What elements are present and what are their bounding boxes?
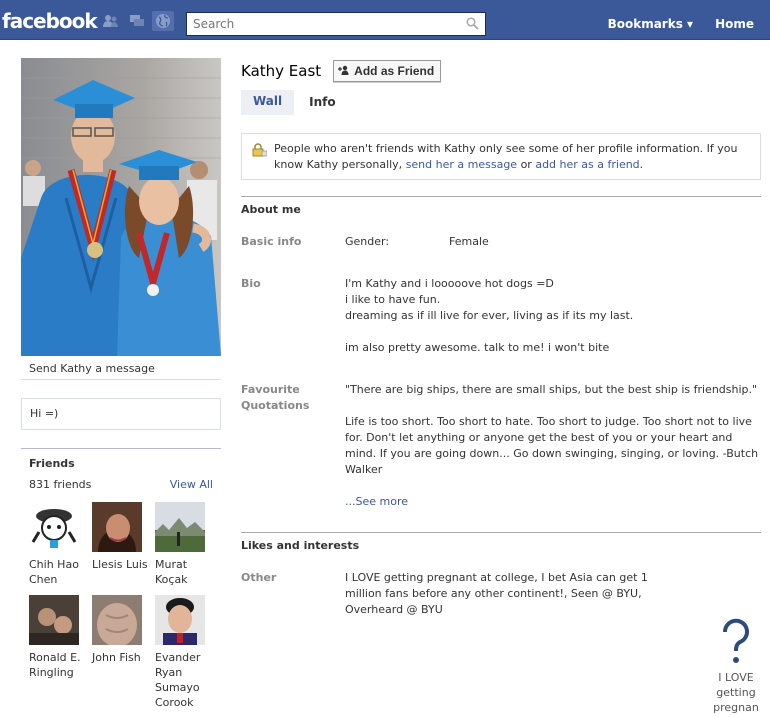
send-message-notice-link[interactable]: send her a message: [406, 158, 517, 171]
bio-line: I'm Kathy and i looooove hot dogs =D: [345, 277, 554, 290]
page-suggestion[interactable]: I LOVE getting pregnan: [712, 618, 760, 715]
send-message-link[interactable]: Send Kathy a message: [21, 356, 221, 380]
lock-icon: [251, 143, 268, 162]
gender-value: Female: [449, 235, 489, 248]
friend-item[interactable]: Murat Koçak: [155, 502, 217, 587]
bio-line: dreaming as if ill live for ever, living…: [345, 309, 634, 322]
other-row: Other I LOVE getting pregnant at college…: [241, 570, 761, 618]
add-friend-icon: [338, 64, 350, 78]
left-column: Send Kathy a message Hi =) Friends 831 f…: [21, 58, 221, 717]
profile-header: Kathy East Add as Friend: [241, 60, 761, 82]
tab-info[interactable]: Info: [296, 90, 349, 115]
status-box: Hi =): [21, 398, 221, 430]
messages-icon[interactable]: [126, 11, 148, 31]
quote-2: Life is too short. Too short to hate. To…: [345, 415, 759, 476]
friend-name[interactable]: John Fish: [92, 651, 141, 664]
friend-item[interactable]: Ronald E. Ringling: [29, 595, 91, 710]
add-friend-label: Add as Friend: [354, 64, 435, 78]
friend-item[interactable]: Evander Ryan Sumayo Corook: [155, 595, 217, 710]
friend-avatar[interactable]: [29, 595, 79, 645]
other-label: Other: [241, 571, 277, 584]
quotations-value: "There are big ships, there are small sh…: [345, 382, 761, 510]
profile-tabs: Wall Info: [241, 90, 761, 115]
friend-name[interactable]: Chih Hao Chen: [29, 558, 79, 586]
likes-title: Likes and interests: [241, 532, 761, 554]
friends-count[interactable]: 831 friends: [29, 478, 91, 491]
quotations-label: Favourite Quotations: [241, 383, 310, 412]
profile-name: Kathy East: [241, 62, 322, 80]
top-nav-links: Bookmarks ▾ Home: [608, 17, 754, 31]
friend-avatar[interactable]: [155, 502, 205, 552]
gender-key: Gender:: [345, 235, 390, 248]
friend-grid: Chih Hao Chen Llesis Luis Murat Koçak Ro…: [29, 502, 213, 710]
friend-name[interactable]: Evander Ryan Sumayo Corook: [155, 651, 200, 709]
page-suggestion-caption[interactable]: I LOVE getting pregnan: [712, 670, 760, 715]
friend-item[interactable]: John Fish: [92, 595, 154, 710]
friend-name[interactable]: Murat Koçak: [155, 558, 188, 586]
search-input[interactable]: [187, 13, 457, 35]
facebook-logo[interactable]: facebook: [2, 9, 98, 33]
gender-field: Gender: Female: [345, 234, 761, 250]
question-mark-icon: [722, 618, 749, 663]
basic-info-row: Basic info Gender: Female: [241, 234, 761, 250]
add-friend-notice-link[interactable]: add her as a friend: [535, 158, 639, 171]
friend-avatar[interactable]: [155, 595, 205, 645]
other-value: I LOVE getting pregnant at college, I be…: [345, 571, 648, 616]
see-more-link[interactable]: ...See more: [345, 494, 761, 510]
top-bar: facebook Bookmarks ▾ Home: [0, 0, 770, 40]
friend-requests-icon[interactable]: [100, 11, 122, 31]
profile-picture[interactable]: [21, 58, 221, 356]
view-all-link[interactable]: View All: [170, 478, 213, 491]
add-friend-button[interactable]: Add as Friend: [333, 60, 442, 82]
search-icon[interactable]: [466, 17, 479, 33]
friend-item[interactable]: Chih Hao Chen: [29, 502, 91, 587]
friend-avatar[interactable]: [92, 595, 142, 645]
notice-period: .: [639, 158, 644, 171]
basic-info-label: Basic info: [241, 235, 302, 248]
friend-avatar[interactable]: [29, 502, 79, 552]
notifications-globe-icon[interactable]: [152, 11, 174, 31]
about-me-title: About me: [241, 196, 761, 218]
friend-avatar[interactable]: [92, 502, 142, 552]
bio-line: [345, 324, 761, 340]
bio-row: Bio I'm Kathy and i looooove hot dogs =D…: [241, 276, 761, 356]
bio-label: Bio: [241, 277, 261, 290]
privacy-notice: People who aren't friends with Kathy onl…: [241, 133, 761, 180]
bio-line: i like to have fun.: [345, 293, 441, 306]
notification-jewels: [100, 11, 174, 31]
friends-title: Friends: [29, 457, 75, 470]
main-column: Kathy East Add as Friend Wall Info Peopl…: [241, 60, 761, 618]
bookmarks-link[interactable]: Bookmarks ▾: [608, 17, 693, 31]
friend-name[interactable]: Ronald E. Ringling: [29, 651, 81, 679]
bio-value: I'm Kathy and i looooove hot dogs =D i l…: [345, 276, 761, 356]
quotations-row: Favourite Quotations "There are big ship…: [241, 382, 761, 510]
friends-box: Friends 831 friends View All Chih Hao Ch…: [21, 448, 221, 717]
quote-1: "There are big ships, there are small sh…: [345, 383, 758, 396]
home-link[interactable]: Home: [715, 17, 754, 31]
notice-or: or: [517, 158, 536, 171]
tab-wall[interactable]: Wall: [241, 90, 295, 115]
friend-name[interactable]: Llesis Luis: [92, 558, 148, 571]
friend-item[interactable]: Llesis Luis: [92, 502, 154, 587]
bio-line: im also pretty awesome. talk to me! i wo…: [345, 341, 610, 354]
search-box: [186, 12, 486, 36]
friends-meta: 831 friends View All: [29, 478, 213, 491]
